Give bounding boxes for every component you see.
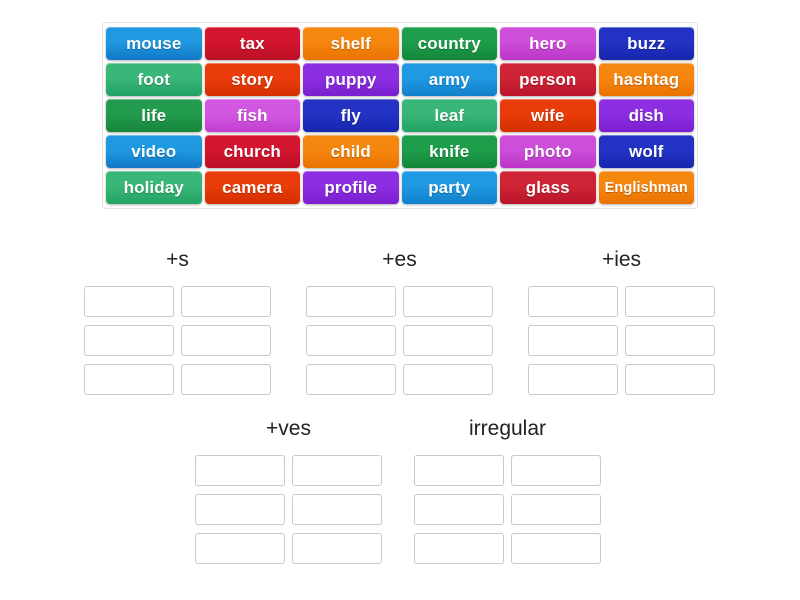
drop-slot[interactable] — [511, 455, 601, 486]
word-tile[interactable]: video — [106, 135, 202, 168]
drop-slot[interactable] — [625, 286, 715, 317]
drop-slot-grid — [84, 286, 271, 395]
word-tile[interactable]: mouse — [106, 27, 202, 60]
word-tile[interactable]: church — [204, 135, 300, 168]
word-tile[interactable]: shelf — [303, 27, 399, 60]
word-tile[interactable]: profile — [303, 171, 399, 204]
drop-slot[interactable] — [181, 286, 271, 317]
drop-slot[interactable] — [403, 325, 493, 356]
category-groups-row-bottom: +ves irregular — [195, 417, 601, 564]
drop-slot[interactable] — [181, 364, 271, 395]
drop-slot[interactable] — [511, 533, 601, 564]
category-label: +s — [166, 248, 189, 271]
word-tile[interactable]: glass — [500, 171, 596, 204]
drop-slot[interactable] — [84, 286, 174, 317]
drop-slot-grid — [195, 455, 382, 564]
category-group: +es — [306, 248, 493, 395]
drop-slot[interactable] — [414, 533, 504, 564]
drop-slot[interactable] — [625, 325, 715, 356]
drop-slot[interactable] — [195, 533, 285, 564]
category-group: +ves — [195, 417, 382, 564]
drop-slot[interactable] — [195, 455, 285, 486]
word-tile[interactable]: knife — [401, 135, 497, 168]
word-tile[interactable]: Englishman — [598, 171, 694, 204]
category-label: irregular — [468, 417, 547, 440]
word-tile-row: foot story puppy army person hashtag — [106, 63, 694, 96]
word-tile[interactable]: photo — [500, 135, 596, 168]
drop-slot[interactable] — [403, 286, 493, 317]
word-tile[interactable]: army — [401, 63, 497, 96]
word-tile[interactable]: country — [401, 27, 497, 60]
drop-slot-grid — [306, 286, 493, 395]
word-tile[interactable]: leaf — [401, 99, 497, 132]
category-group: +s — [84, 248, 271, 395]
word-tile[interactable]: story — [204, 63, 300, 96]
word-tile[interactable]: foot — [106, 63, 202, 96]
drop-slot[interactable] — [84, 325, 174, 356]
word-tile[interactable]: buzz — [598, 27, 694, 60]
word-tile[interactable]: wolf — [598, 135, 694, 168]
drop-slot[interactable] — [195, 494, 285, 525]
drop-slot[interactable] — [528, 286, 618, 317]
drop-slot[interactable] — [528, 364, 618, 395]
word-tile[interactable]: puppy — [303, 63, 399, 96]
word-tile[interactable]: camera — [204, 171, 300, 204]
word-tile-row: life fish fly leaf wife dish — [106, 99, 694, 132]
category-label: +es — [382, 248, 417, 271]
word-tile[interactable]: party — [401, 171, 497, 204]
category-groups-row-top: +s +es +ies — [84, 248, 715, 395]
category-group: +ies — [528, 248, 715, 395]
drop-slot[interactable] — [511, 494, 601, 525]
category-group: irregular — [414, 417, 601, 564]
drop-slot[interactable] — [292, 494, 382, 525]
category-label: +ves — [266, 417, 311, 440]
drop-slot[interactable] — [306, 325, 396, 356]
drop-slot[interactable] — [306, 364, 396, 395]
word-tile[interactable]: holiday — [106, 171, 202, 204]
word-tile[interactable]: fly — [303, 99, 399, 132]
drop-slot-grid — [414, 455, 601, 564]
word-tile[interactable]: hashtag — [598, 63, 694, 96]
word-tile[interactable]: fish — [204, 99, 300, 132]
category-label: +ies — [601, 248, 642, 271]
drop-slot[interactable] — [403, 364, 493, 395]
word-bank: mouse tax shelf country hero buzz foot story pup… — [102, 22, 698, 209]
drop-slot[interactable] — [414, 455, 504, 486]
drop-slot[interactable] — [528, 325, 618, 356]
word-tile-row: mouse tax shelf country hero buzz — [106, 27, 694, 60]
drop-slot-grid — [528, 286, 715, 395]
drop-slot[interactable] — [414, 494, 504, 525]
drop-slot[interactable] — [292, 455, 382, 486]
drop-slot[interactable] — [181, 325, 271, 356]
drop-slot[interactable] — [292, 533, 382, 564]
word-tile[interactable]: wife — [500, 99, 596, 132]
word-tile[interactable]: tax — [204, 27, 300, 60]
drop-slot[interactable] — [306, 286, 396, 317]
word-tile[interactable]: child — [303, 135, 399, 168]
drop-slot[interactable] — [84, 364, 174, 395]
drop-slot[interactable] — [625, 364, 715, 395]
word-tile-row: holiday camera profile party glass Englishman — [106, 171, 694, 204]
word-tile[interactable]: dish — [598, 99, 694, 132]
word-tile[interactable]: hero — [500, 27, 596, 60]
word-tile[interactable]: person — [500, 63, 596, 96]
word-tile-row: video church child knife photo wolf — [106, 135, 694, 168]
word-tile[interactable]: life — [106, 99, 202, 132]
